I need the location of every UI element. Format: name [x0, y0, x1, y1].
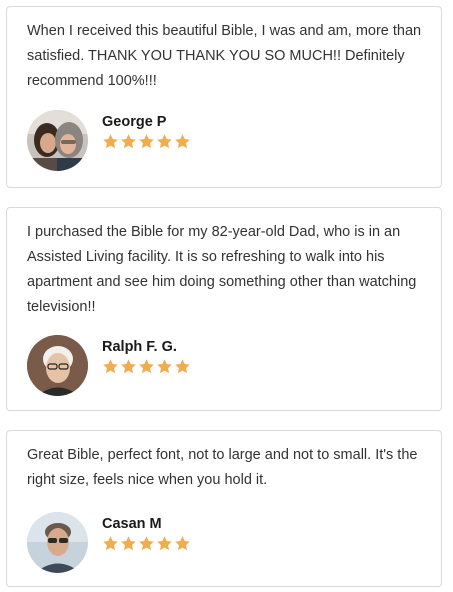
- star-icon: [157, 134, 172, 149]
- star-icon: [121, 359, 136, 374]
- review-author: George P: [27, 110, 191, 171]
- review-text: When I received this beautiful Bible, I …: [27, 23, 422, 89]
- star-icon: [103, 536, 118, 551]
- review-text: I purchased the Bible for my 82-year-old…: [27, 224, 417, 315]
- star-icon: [175, 134, 190, 149]
- review-card: When I received this beautiful Bible, I …: [6, 6, 442, 188]
- star-icon: [157, 359, 172, 374]
- star-icon: [139, 359, 154, 374]
- star-icon: [121, 536, 136, 551]
- star-icon: [175, 359, 190, 374]
- star-icon: [103, 359, 118, 374]
- author-name: Casan M: [102, 516, 162, 532]
- avatar: [27, 512, 88, 573]
- star-icon: [139, 536, 154, 551]
- star-icon: [121, 134, 136, 149]
- star-rating: [102, 358, 191, 375]
- review-author: Casan M: [27, 512, 191, 573]
- star-icon: [103, 134, 118, 149]
- review-card: Great Bible, perfect font, not to large …: [6, 430, 442, 587]
- review-author: Ralph F. G.: [27, 335, 191, 396]
- review-text: Great Bible, perfect font, not to large …: [27, 447, 418, 488]
- author-name: George P: [102, 114, 167, 130]
- avatar: [27, 110, 88, 171]
- star-rating: [102, 133, 191, 150]
- author-name: Ralph F. G.: [102, 339, 177, 355]
- review-card: I purchased the Bible for my 82-year-old…: [6, 207, 442, 411]
- star-rating: [102, 535, 191, 552]
- star-icon: [157, 536, 172, 551]
- avatar: [27, 335, 88, 396]
- star-icon: [175, 536, 190, 551]
- star-icon: [139, 134, 154, 149]
